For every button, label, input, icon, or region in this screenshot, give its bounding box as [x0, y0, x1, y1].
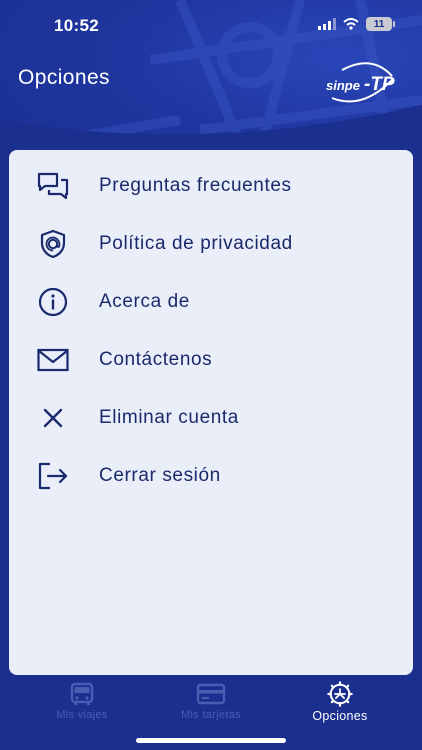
- menu-item-label: Contáctenos: [99, 349, 213, 370]
- wifi-icon: [343, 18, 359, 30]
- menu-item-label: Política de privacidad: [99, 233, 293, 254]
- sinpe-tp-logo: sinpe -TP: [326, 62, 395, 103]
- nav-tab-opciones[interactable]: Opciones: [270, 681, 410, 725]
- nav-label: Mis viajes: [56, 709, 108, 721]
- battery-level: 11: [373, 18, 385, 30]
- menu-item-label: Cerrar sesión: [99, 465, 221, 486]
- menu-item-about[interactable]: Acerca de: [9, 273, 413, 331]
- svg-text:-TP: -TP: [364, 74, 395, 95]
- nav-tab-mis-viajes[interactable]: Mis viajes: [12, 681, 152, 725]
- nav-tab-mis-tarjetas[interactable]: Mis tarjetas: [141, 681, 281, 725]
- card-icon: [196, 683, 226, 705]
- menu-item-faq[interactable]: Preguntas frecuentes: [9, 157, 413, 215]
- options-gear-icon: [327, 681, 353, 707]
- nav-label: Mis tarjetas: [181, 709, 241, 721]
- info-icon: [37, 286, 69, 318]
- status-icons: 11: [318, 17, 395, 31]
- mail-icon: [37, 344, 69, 376]
- battery-icon: 11: [366, 17, 395, 31]
- page-title: Opciones: [18, 66, 110, 89]
- options-menu-card: Preguntas frecuentes Política de privaci…: [9, 150, 413, 675]
- shield-icon: [37, 228, 69, 260]
- menu-item-label: Acerca de: [99, 291, 190, 312]
- close-icon: [37, 402, 69, 434]
- bus-icon: [70, 682, 94, 705]
- home-indicator: [136, 738, 286, 743]
- svg-text:sinpe: sinpe: [326, 78, 360, 93]
- menu-item-delete-account[interactable]: Eliminar cuenta: [9, 389, 413, 447]
- logout-icon: [37, 460, 69, 492]
- status-bar: 10:52 11: [0, 0, 422, 50]
- menu-item-contact[interactable]: Contáctenos: [9, 331, 413, 389]
- cellular-signal-icon: [318, 18, 336, 30]
- menu-item-label: Eliminar cuenta: [99, 407, 239, 428]
- chat-bubbles-icon: [37, 170, 69, 202]
- menu-item-logout[interactable]: Cerrar sesión: [9, 447, 413, 505]
- menu-item-privacy-policy[interactable]: Política de privacidad: [9, 215, 413, 273]
- status-time: 10:52: [54, 16, 99, 35]
- menu-item-label: Preguntas frecuentes: [99, 175, 292, 196]
- nav-label: Opciones: [312, 709, 368, 723]
